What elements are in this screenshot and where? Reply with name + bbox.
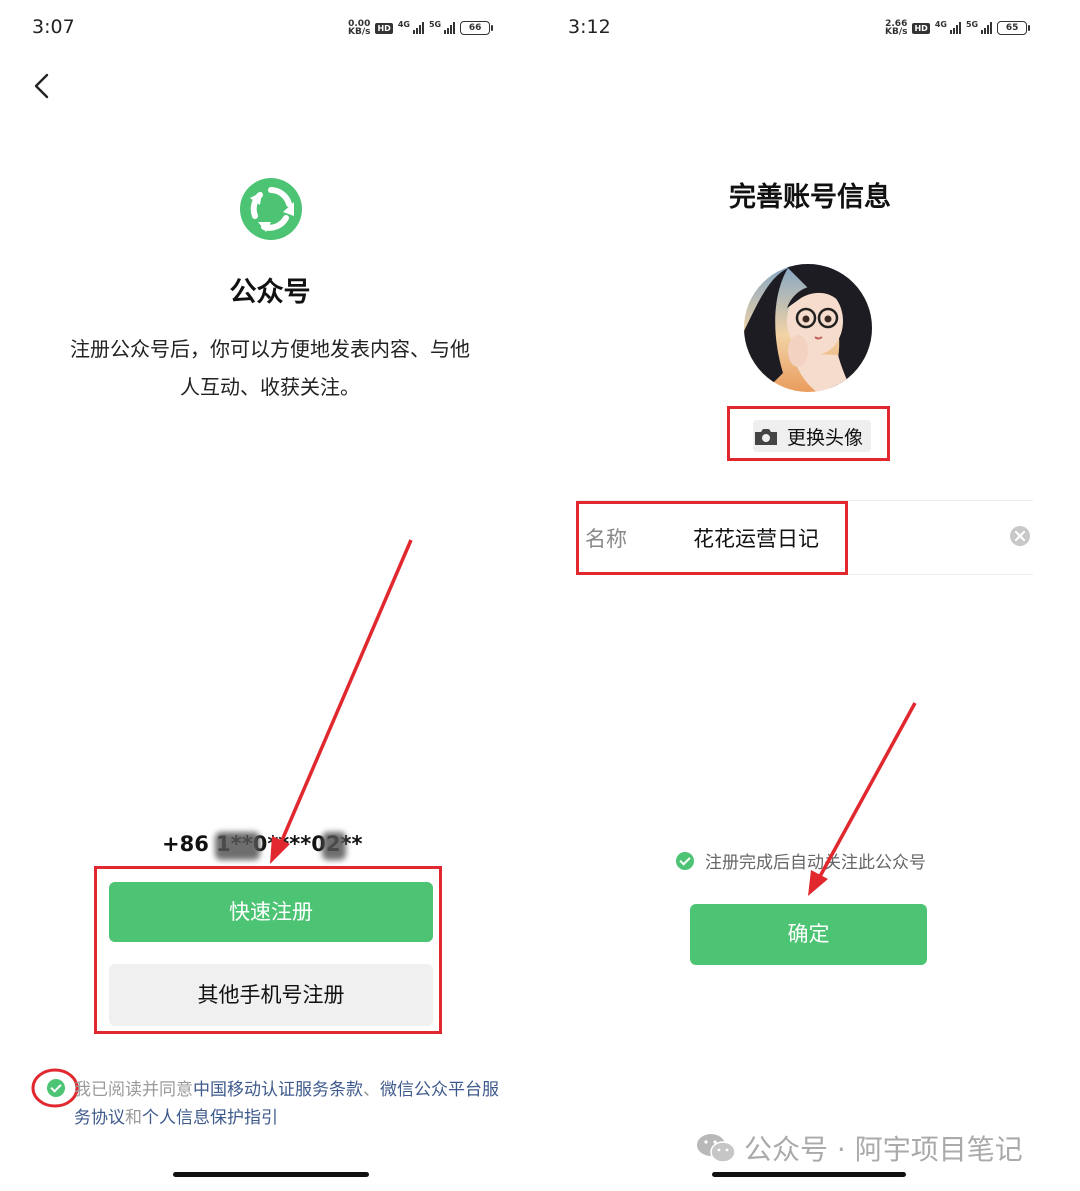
annotation-arrows	[270, 539, 917, 896]
annotation-arrow-left	[278, 539, 413, 846]
annotation-arrow-right	[816, 702, 917, 881]
